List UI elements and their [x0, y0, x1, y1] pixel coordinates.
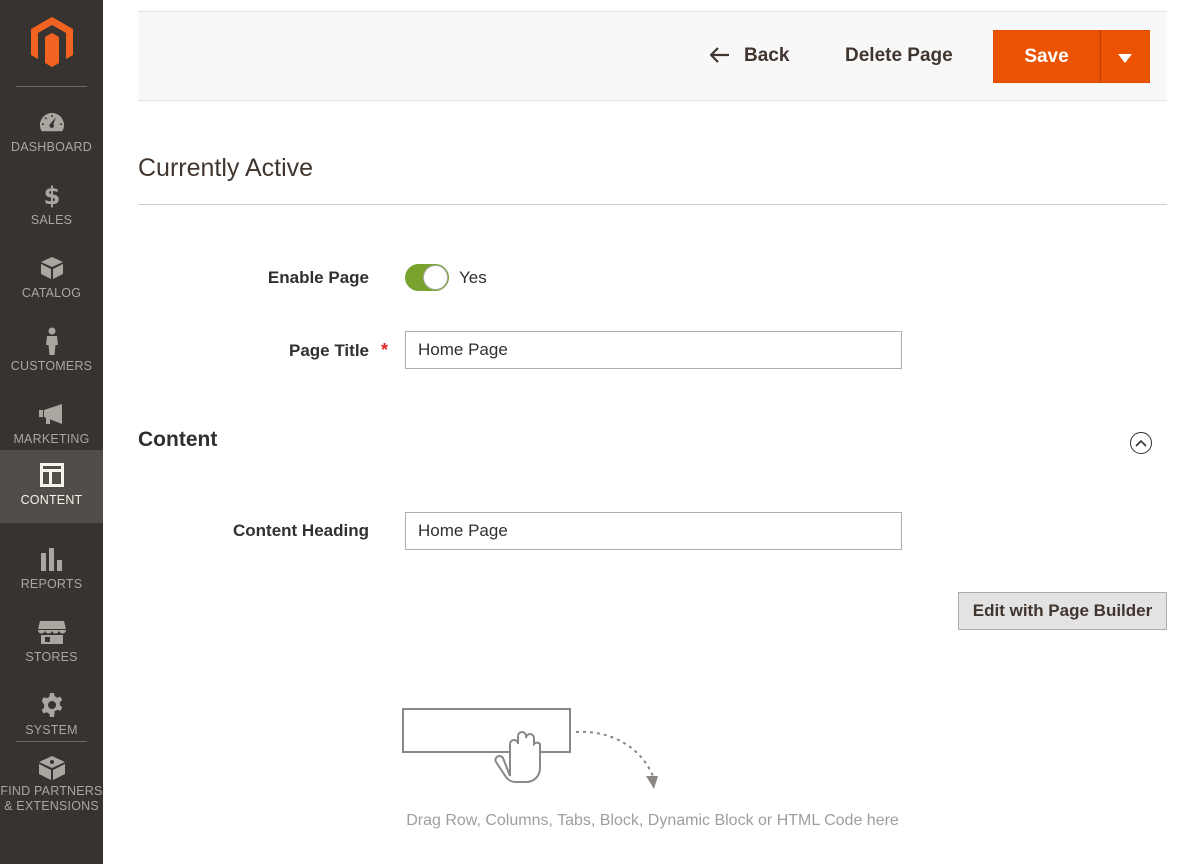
caret-down-icon [1118, 53, 1132, 63]
sidebar-item-content[interactable]: CONTENT [0, 450, 103, 523]
chevron-up-icon[interactable] [1130, 432, 1152, 454]
storefront-icon [37, 619, 66, 645]
drop-zone-hint: Drag Row, Columns, Tabs, Block, Dynamic … [406, 812, 899, 829]
save-split-button: Save [993, 30, 1150, 83]
arrow-left-icon [709, 45, 730, 67]
megaphone-icon [38, 401, 66, 427]
sidebar-item-label: FIND PARTNERS & EXTENSIONS [0, 784, 103, 814]
sidebar-item-system[interactable]: SYSTEM [0, 680, 103, 753]
dollar-icon: $ [38, 182, 66, 208]
sidebar-divider [16, 741, 87, 742]
enable-page-value: Yes [459, 268, 487, 287]
bar-chart-icon [38, 546, 66, 572]
sidebar-item-customers[interactable]: CUSTOMERS [0, 316, 103, 389]
sidebar-item-label: MARKETING [13, 432, 90, 446]
enable-page-label: Enable Page [267, 268, 369, 287]
page-title-label: Page Title [289, 341, 369, 360]
gear-icon [38, 692, 66, 718]
back-button[interactable]: Back [709, 42, 790, 70]
sidebar-item-label: REPORTS [20, 577, 83, 591]
dashboard-icon [38, 109, 66, 135]
sidebar-item-label: SALES [30, 213, 73, 227]
layout-icon [38, 462, 66, 488]
person-icon [38, 327, 66, 355]
sidebar-item-label: STORES [25, 650, 78, 664]
content-heading-label: Content Heading [233, 521, 369, 540]
enable-page-toggle[interactable] [405, 264, 449, 291]
delete-page-button[interactable]: Delete Page [845, 42, 953, 70]
sidebar-item-stores[interactable]: STORES [0, 607, 103, 680]
save-button[interactable]: Save [993, 30, 1100, 83]
back-button-label: Back [744, 45, 790, 66]
sidebar-item-reports[interactable]: REPORTS [0, 534, 103, 607]
sidebar-item-label: SYSTEM [25, 723, 78, 737]
sidebar-item-label: CATALOG [21, 286, 82, 300]
blocks-icon [38, 755, 66, 781]
page-actions-bar: Back Delete Page Save [138, 11, 1167, 101]
partners-line-2: & EXTENSIONS [4, 799, 99, 813]
section-divider [138, 204, 1167, 205]
drag-drop-illustration-icon [400, 706, 670, 796]
required-asterisk: * [381, 340, 389, 360]
sidebar-item-dashboard[interactable]: DASHBOARD [0, 97, 103, 170]
sidebar-item-find-partners[interactable]: FIND PARTNERS & EXTENSIONS [0, 747, 103, 827]
sidebar-item-sales[interactable]: $ SALES [0, 170, 103, 243]
page-title-input[interactable] [405, 331, 902, 369]
section-title-content: Content [138, 428, 218, 451]
sidebar-divider [16, 86, 87, 87]
svg-text:$: $ [43, 182, 60, 208]
magento-logo-icon[interactable] [30, 16, 74, 68]
section-title-currently-active: Currently Active [138, 154, 314, 182]
save-options-toggle[interactable] [1101, 30, 1150, 83]
sidebar-item-label: DASHBOARD [11, 140, 92, 154]
sidebar-item-label: CUSTOMERS [10, 359, 93, 373]
sidebar-item-catalog[interactable]: CATALOG [0, 243, 103, 316]
admin-sidebar: DASHBOARD $ SALES CATALOG CUSTOMERS MARK… [0, 0, 103, 864]
sidebar-item-label: CONTENT [20, 493, 83, 507]
cube-icon [38, 255, 66, 281]
partners-line-1: FIND PARTNERS [0, 784, 103, 798]
content-heading-input[interactable] [405, 512, 902, 550]
toggle-knob [423, 265, 448, 290]
edit-with-page-builder-button[interactable]: Edit with Page Builder [958, 592, 1167, 630]
